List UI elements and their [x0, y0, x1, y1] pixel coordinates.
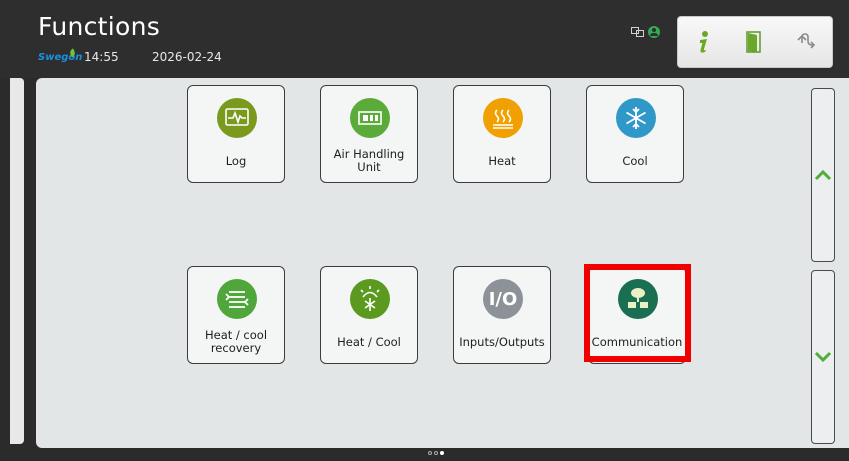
clock-date: 2026-02-24	[152, 50, 222, 64]
page-indicator	[428, 451, 444, 455]
heat-icon	[483, 98, 523, 138]
tile-label: Cool	[622, 154, 648, 168]
back-button[interactable]	[786, 22, 826, 62]
tile-air-handling-unit[interactable]: Air Handling Unit	[320, 85, 418, 183]
tile-label: Heat	[488, 154, 516, 168]
tile-heat[interactable]: Heat	[453, 85, 551, 183]
tile-label: Inputs/Outputs	[459, 335, 545, 349]
air-handling-unit-icon	[350, 98, 390, 138]
heat-exchanger-icon	[217, 279, 257, 319]
back-arrow-icon	[797, 33, 816, 49]
left-panel-strip[interactable]	[10, 78, 24, 444]
page-dot	[428, 451, 432, 455]
page-title: Functions	[38, 12, 161, 41]
brand-logo: Swegon	[38, 52, 83, 63]
page-dot-active	[440, 451, 444, 455]
info-icon	[699, 31, 708, 53]
tile-inputs-outputs[interactable]: I/O Inputs/Outputs	[453, 266, 551, 364]
main-panel	[36, 78, 849, 448]
tile-label: Heat / cool recovery	[204, 328, 268, 355]
chevron-down-icon	[814, 351, 832, 363]
communication-icon	[618, 279, 658, 319]
top-button-group	[677, 16, 833, 68]
tile-label: Heat / Cool	[337, 335, 401, 349]
tile-heat-cool-recovery[interactable]: Heat / cool recovery	[187, 266, 285, 364]
tile-log[interactable]: Log	[187, 85, 285, 183]
io-icon: I/O	[483, 279, 523, 319]
tile-communication[interactable]: Communication	[588, 266, 686, 364]
door-icon	[746, 31, 761, 53]
info-button[interactable]	[684, 22, 724, 62]
status-icons	[631, 26, 660, 38]
chevron-up-icon	[814, 169, 832, 181]
tile-cool[interactable]: Cool	[586, 85, 684, 183]
scroll-down-button[interactable]	[811, 270, 835, 444]
user-icon	[648, 26, 660, 38]
page-dot	[434, 451, 438, 455]
network-icon	[631, 27, 644, 37]
scroll-up-button[interactable]	[811, 88, 835, 262]
header-bar: Functions Swegon 14:55 2026-02-24	[0, 0, 849, 78]
trend-chart-icon	[217, 98, 257, 138]
door-button[interactable]	[735, 22, 775, 62]
snowflake-icon	[616, 98, 656, 138]
tile-label: Air Handling Unit	[333, 147, 405, 174]
tile-heat-cool[interactable]: Heat / Cool	[320, 266, 418, 364]
tile-label: Log	[225, 154, 247, 168]
sun-snowflake-icon	[350, 279, 390, 319]
tile-label: Communication	[591, 335, 683, 349]
clock-time: 14:55	[84, 50, 119, 64]
